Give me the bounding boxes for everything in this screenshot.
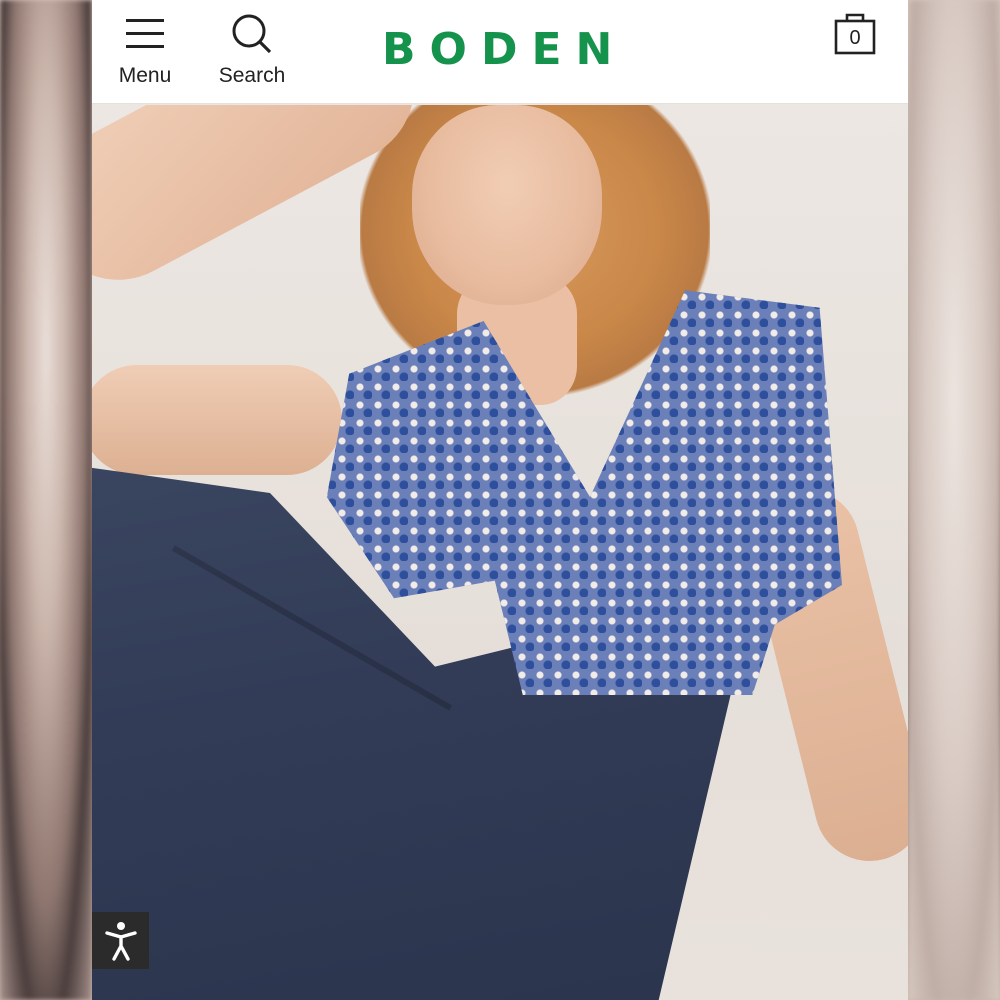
shopping-bag-button[interactable]: 0 (834, 10, 876, 56)
mobile-page: Menu Search BODEN 0 (92, 0, 908, 1000)
menu-button[interactable]: Menu (112, 0, 178, 104)
hamburger-icon (123, 12, 167, 56)
accessibility-button[interactable] (92, 912, 149, 969)
photo-forearm (92, 365, 342, 475)
bag-count: 0 (849, 27, 861, 49)
accessibility-icon (104, 921, 137, 961)
search-button[interactable]: Search (212, 0, 292, 104)
search-label: Search (218, 64, 286, 87)
menu-label: Menu (118, 64, 172, 87)
brand-logo[interactable]: BODEN (382, 26, 618, 74)
site-header: Menu Search BODEN 0 (92, 0, 908, 104)
right-blur-backdrop (908, 0, 1000, 1000)
product-image[interactable] (92, 105, 908, 1000)
photo-face (412, 105, 602, 305)
left-blur-backdrop (0, 0, 92, 1000)
search-icon (230, 12, 274, 56)
